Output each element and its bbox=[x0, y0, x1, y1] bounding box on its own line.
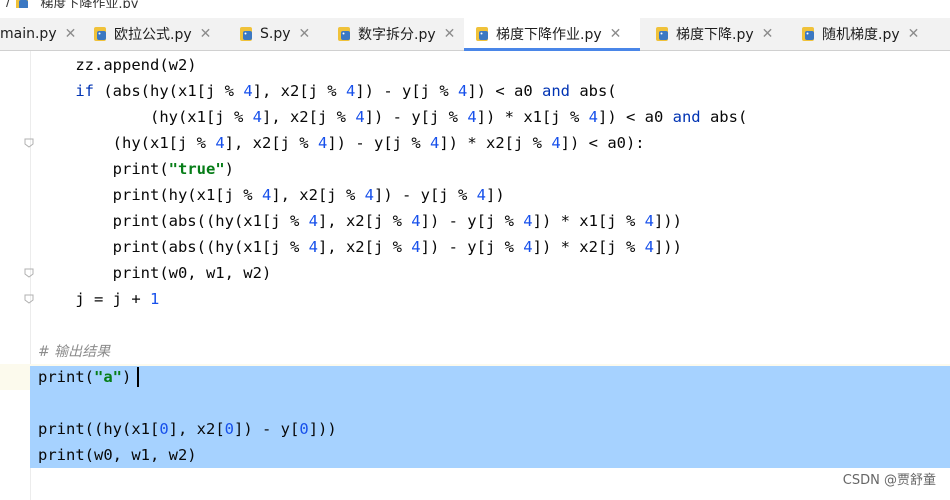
python-file-icon bbox=[240, 27, 252, 41]
code-line-text: j = j + 1 bbox=[38, 290, 160, 308]
code-line[interactable]: print(abs((hy(x1[j % 4], x2[j % 4]) - y[… bbox=[0, 208, 950, 234]
tab-5[interactable]: 梯度下降.py ✕ bbox=[644, 18, 786, 50]
code-line[interactable] bbox=[0, 390, 950, 416]
tab-label: S.py bbox=[260, 26, 291, 42]
tab-0[interactable]: main.py ✕ bbox=[0, 18, 78, 50]
code-line[interactable]: zz.append(w2) bbox=[0, 52, 950, 78]
code-editor[interactable]: zz.append(w2) if (abs(hy(x1[j % 4], x2[j… bbox=[0, 51, 950, 500]
close-icon[interactable]: ✕ bbox=[908, 27, 920, 41]
code-line-text: print(w0, w1, w2) bbox=[38, 446, 197, 464]
code-line[interactable]: print("a") bbox=[0, 364, 950, 390]
code-line[interactable]: # 输出结果 bbox=[0, 338, 950, 364]
code-line[interactable]: (hy(x1[j % 4], x2[j % 4]) - y[j % 4]) * … bbox=[0, 104, 950, 130]
code-line[interactable]: (hy(x1[j % 4], x2[j % 4]) - y[j % 4]) * … bbox=[0, 130, 950, 156]
code-line[interactable]: print(w0, w1, w2) bbox=[0, 442, 950, 468]
close-icon[interactable]: ✕ bbox=[65, 27, 77, 41]
code-line[interactable] bbox=[0, 312, 950, 338]
tab-label: main.py bbox=[0, 26, 57, 42]
python-file-icon bbox=[16, 0, 29, 8]
code-line-text: zz.append(w2) bbox=[38, 56, 197, 74]
close-icon[interactable]: ✕ bbox=[299, 27, 311, 41]
tab-3[interactable]: 数字拆分.py ✕ bbox=[326, 18, 460, 50]
code-line-text: print(abs((hy(x1[j % 4], x2[j % 4]) - y[… bbox=[38, 238, 682, 256]
watermark: CSDN @贾舒童 bbox=[842, 473, 936, 488]
breadcrumb-item[interactable]: / 梯度下降作业.py bbox=[6, 0, 138, 8]
code-line-text: print(abs((hy(x1[j % 4], x2[j % 4]) - y[… bbox=[38, 212, 682, 230]
code-line-text: print(w0, w1, w2) bbox=[38, 264, 272, 282]
code-line-text: # 输出结果 bbox=[38, 344, 111, 360]
code-line-text: (hy(x1[j % 4], x2[j % 4]) - y[j % 4]) * … bbox=[38, 108, 748, 126]
close-icon[interactable]: ✕ bbox=[444, 27, 456, 41]
tab-label: 随机梯度.py bbox=[822, 27, 900, 43]
code-line-text: (hy(x1[j % 4], x2[j % 4]) - y[j % 4]) * … bbox=[38, 134, 645, 152]
python-file-icon bbox=[802, 27, 814, 41]
tab-label: 梯度下降.py bbox=[676, 27, 754, 43]
breadcrumb: / 梯度下降作业.py bbox=[0, 0, 950, 8]
code-line[interactable]: print("true") bbox=[0, 156, 950, 182]
code-line-text: print("true") bbox=[38, 160, 234, 178]
code-line[interactable]: j = j + 1 bbox=[0, 286, 950, 312]
code-line[interactable]: print((hy(x1[0], x2[0]) - y[0])) bbox=[0, 416, 950, 442]
close-icon[interactable]: ✕ bbox=[762, 27, 774, 41]
code-line-text: print(hy(x1[j % 4], x2[j % 4]) - y[j % 4… bbox=[38, 186, 505, 204]
code-line-text: print((hy(x1[0], x2[0]) - y[0])) bbox=[38, 420, 337, 438]
close-icon[interactable]: ✕ bbox=[200, 27, 212, 41]
breadcrumb-file: 梯度下降作业.py bbox=[40, 0, 139, 8]
code-line-text: print("a") bbox=[38, 368, 132, 386]
code-line[interactable]: print(hy(x1[j % 4], x2[j % 4]) - y[j % 4… bbox=[0, 182, 950, 208]
close-icon[interactable]: ✕ bbox=[610, 27, 622, 41]
tab-2[interactable]: S.py ✕ bbox=[228, 18, 322, 50]
code-line-text: if (abs(hy(x1[j % 4], x2[j % 4]) - y[j %… bbox=[75, 82, 617, 100]
python-file-icon bbox=[476, 27, 488, 41]
code-line[interactable]: if (abs(hy(x1[j % 4], x2[j % 4]) - y[j %… bbox=[0, 78, 950, 104]
editor-tab-bar: main.py ✕ 欧拉公式.py ✕ S.py ✕ 数字拆分.py ✕ 梯度下降作业.py ✕ 梯… bbox=[0, 18, 950, 51]
code-line[interactable]: print(w0, w1, w2) bbox=[0, 260, 950, 286]
breadcrumb-separator: / bbox=[6, 0, 11, 8]
tab-4[interactable]: 梯度下降作业.py ✕ bbox=[464, 18, 640, 51]
tab-label: 欧拉公式.py bbox=[114, 27, 192, 43]
code-line[interactable]: print(abs((hy(x1[j % 4], x2[j % 4]) - y[… bbox=[0, 234, 950, 260]
python-file-icon bbox=[94, 27, 106, 41]
tab-6[interactable]: 随机梯度.py ✕ bbox=[790, 18, 926, 50]
python-file-icon bbox=[338, 27, 350, 41]
tab-1[interactable]: 欧拉公式.py ✕ bbox=[82, 18, 224, 50]
tab-label: 梯度下降作业.py bbox=[496, 27, 602, 43]
python-file-icon bbox=[656, 27, 668, 41]
tab-label: 数字拆分.py bbox=[358, 27, 436, 43]
text-caret bbox=[137, 367, 139, 387]
